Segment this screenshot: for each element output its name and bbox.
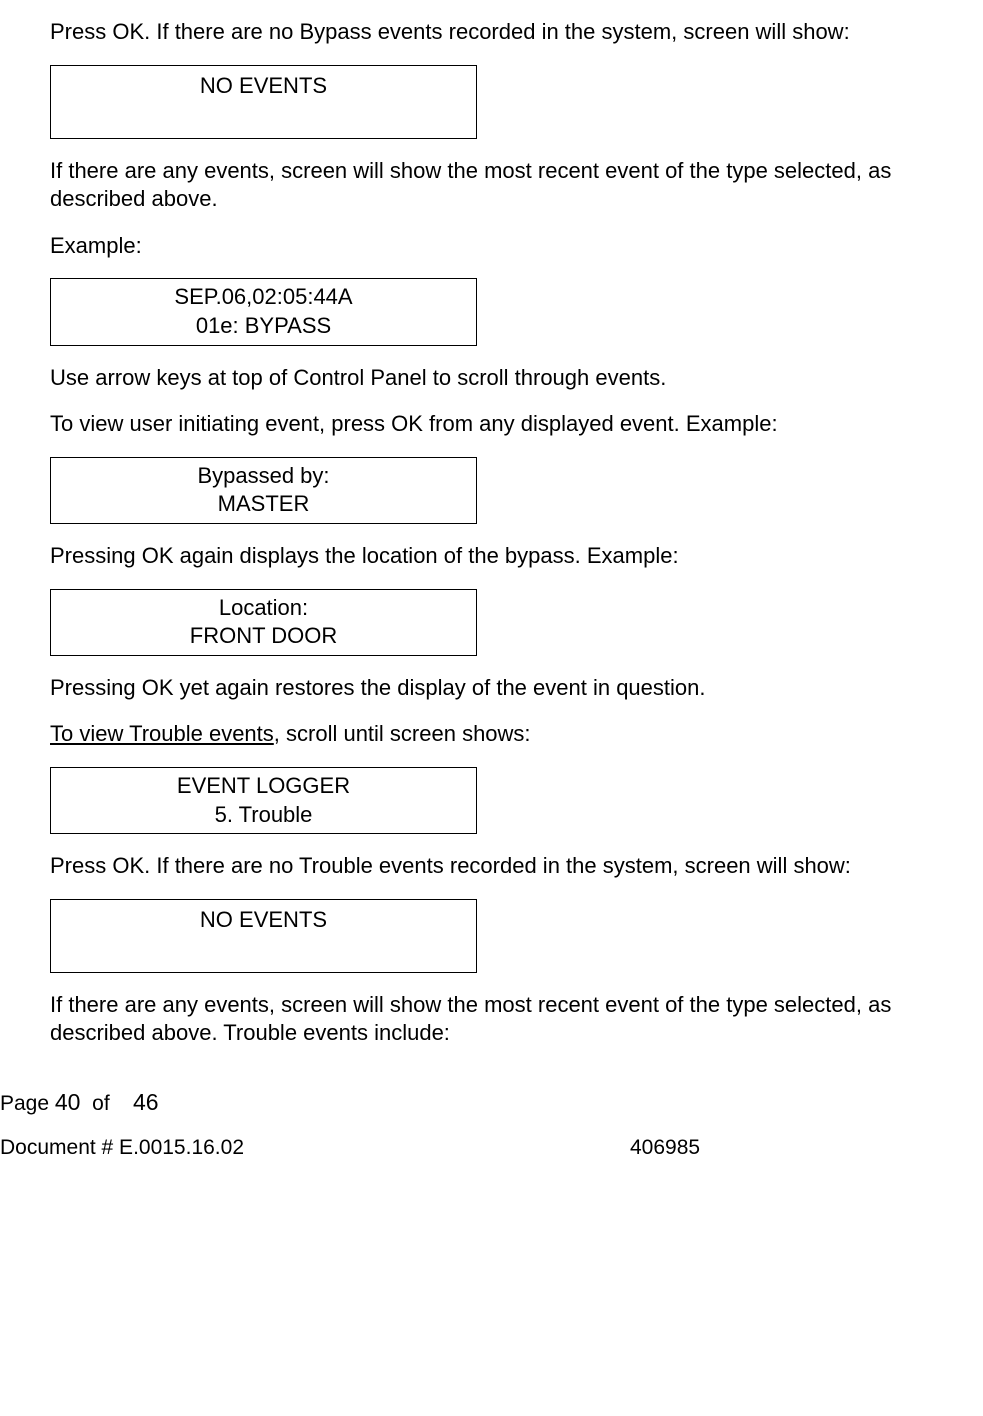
display-line: Bypassed by: bbox=[51, 462, 476, 491]
display-line: MASTER bbox=[51, 490, 476, 519]
document-id-label: Document # E.0015.16.02 bbox=[0, 1134, 630, 1161]
paragraph-view-trouble: To view Trouble events, scroll until scr… bbox=[50, 720, 913, 749]
display-line: SEP.06,02:05:44A bbox=[51, 283, 476, 312]
paragraph-press-ok-trouble: Press OK. If there are no Trouble events… bbox=[50, 852, 913, 881]
display-event-example: SEP.06,02:05:44A 01e: BYPASS bbox=[50, 278, 477, 345]
paragraph-restore: Pressing OK yet again restores the displ… bbox=[50, 674, 913, 703]
paragraph-example-1: Example: bbox=[50, 232, 913, 261]
page-total-number: 46 bbox=[133, 1089, 159, 1115]
display-event-logger-trouble: EVENT LOGGER 5. Trouble bbox=[50, 767, 477, 834]
page-footer: Page 40 of 46 Document # E.0015.16.02 40… bbox=[0, 1088, 913, 1161]
paragraph-press-ok-bypass: Press OK. If there are no Bypass events … bbox=[50, 18, 913, 47]
text: , scroll until screen shows: bbox=[274, 721, 531, 746]
display-line: NO EVENTS bbox=[200, 906, 327, 935]
display-line: Location: bbox=[51, 594, 476, 623]
display-line: FRONT DOOR bbox=[51, 622, 476, 651]
underline-text: To view Trouble events bbox=[50, 721, 274, 746]
display-bypassed-by: Bypassed by: MASTER bbox=[50, 457, 477, 524]
display-location: Location: FRONT DOOR bbox=[50, 589, 477, 656]
paragraph-events-recent: If there are any events, screen will sho… bbox=[50, 157, 913, 214]
footer-page-number: Page 40 of 46 bbox=[0, 1088, 913, 1118]
paragraph-view-user: To view user initiating event, press OK … bbox=[50, 410, 913, 439]
display-line: 01e: BYPASS bbox=[51, 312, 476, 341]
paragraph-trouble-events-include: If there are any events, screen will sho… bbox=[50, 991, 913, 1048]
footer-doc-info: Document # E.0015.16.02 406985 bbox=[0, 1134, 913, 1161]
paragraph-location: Pressing OK again displays the location … bbox=[50, 542, 913, 571]
page-of: of bbox=[92, 1092, 110, 1115]
display-no-events-1: NO EVENTS bbox=[50, 65, 477, 139]
document-number: 406985 bbox=[630, 1134, 700, 1161]
display-line: NO EVENTS bbox=[200, 72, 327, 101]
paragraph-arrow-keys: Use arrow keys at top of Control Panel t… bbox=[50, 364, 913, 393]
page-label: Page bbox=[0, 1092, 49, 1115]
display-line: 5. Trouble bbox=[51, 801, 476, 830]
page-current-number: 40 bbox=[55, 1089, 81, 1115]
display-no-events-2: NO EVENTS bbox=[50, 899, 477, 973]
display-line: EVENT LOGGER bbox=[51, 772, 476, 801]
